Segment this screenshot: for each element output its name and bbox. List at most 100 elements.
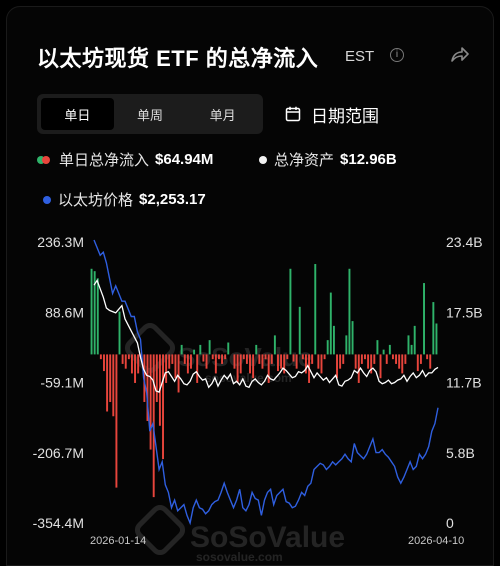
date-range-button[interactable]: 日期范围 [285, 100, 379, 128]
tab-weekly[interactable]: 单周 [114, 98, 187, 130]
inflow-bar[interactable] [407, 335, 410, 355]
tab-daily[interactable]: 单日 [41, 98, 114, 130]
outflow-bar[interactable] [190, 354, 192, 369]
inflow-bar[interactable] [423, 283, 425, 355]
outflow-bar[interactable] [280, 354, 283, 369]
legend-total-net-assets[interactable]: 总净资产 $12.96B [259, 149, 397, 170]
etf-flow-chart[interactable]: SoSoValue sosovalue.com SoSoValue sosova… [0, 220, 500, 561]
inflow-bar[interactable] [382, 349, 385, 355]
outflow-bar[interactable] [162, 354, 164, 460]
outflow-bar[interactable] [267, 354, 270, 383]
outflow-bar[interactable] [124, 354, 127, 369]
inflow-bar[interactable] [298, 306, 301, 355]
outflow-bar[interactable] [183, 354, 186, 364]
inflow-bar[interactable] [413, 325, 416, 355]
outflow-bar[interactable] [311, 354, 314, 364]
tab-monthly[interactable]: 单月 [186, 98, 259, 130]
outflow-bar[interactable] [205, 354, 208, 369]
outflow-bar[interactable] [217, 354, 220, 360]
inflow-bar[interactable] [348, 268, 351, 355]
share-icon[interactable] [449, 45, 469, 65]
outflow-bar[interactable] [109, 354, 112, 402]
outflow-bar[interactable] [165, 354, 168, 383]
inflow-bar[interactable] [96, 278, 99, 355]
inflow-bar[interactable] [345, 335, 348, 355]
inflow-bar[interactable] [255, 344, 258, 355]
outflow-bar[interactable] [112, 354, 115, 417]
outflow-bar[interactable] [416, 354, 419, 372]
outflow-bar[interactable] [317, 354, 320, 369]
outflow-bar[interactable] [252, 354, 255, 379]
inflow-bar[interactable] [180, 344, 183, 355]
outflow-bar[interactable] [106, 354, 109, 412]
timezone-label[interactable]: EST [345, 48, 374, 65]
inflow-bar[interactable] [351, 321, 354, 355]
outflow-bar[interactable] [249, 354, 251, 374]
outflow-bar[interactable] [186, 354, 189, 374]
outflow-bar[interactable] [236, 354, 239, 383]
outflow-bar[interactable] [196, 354, 199, 383]
inflow-bar[interactable] [90, 268, 93, 355]
outflow-bar[interactable] [245, 354, 248, 364]
outflow-bar[interactable] [258, 354, 261, 364]
outflow-bar[interactable] [221, 354, 224, 364]
outflow-bar[interactable] [385, 354, 388, 364]
inflow-bar[interactable] [118, 311, 121, 355]
outflow-bar[interactable] [171, 354, 174, 364]
outflow-bar[interactable] [295, 354, 298, 369]
outflow-bar[interactable] [233, 354, 236, 369]
inflow-bar[interactable] [289, 268, 292, 355]
outflow-bar[interactable] [301, 354, 304, 360]
outflow-bar[interactable] [264, 354, 267, 360]
outflow-bar[interactable] [242, 354, 245, 360]
outflow-bar[interactable] [149, 354, 152, 450]
outflow-bar[interactable] [419, 354, 422, 364]
inflow-bar[interactable] [432, 302, 435, 355]
inflow-bar[interactable] [193, 349, 196, 355]
outflow-bar[interactable] [398, 354, 401, 369]
outflow-bar[interactable] [342, 354, 345, 364]
outflow-bar[interactable] [134, 354, 137, 383]
outflow-bar[interactable] [339, 354, 342, 369]
inflow-bar[interactable] [376, 340, 379, 355]
outflow-bar[interactable] [429, 354, 432, 369]
legend-daily-net-inflow[interactable]: 单日总净流入 $64.94M [37, 149, 213, 170]
info-icon[interactable]: i [390, 48, 404, 62]
outflow-bar[interactable] [367, 354, 370, 369]
outflow-bar[interactable] [426, 354, 429, 360]
inflow-bar[interactable] [329, 292, 332, 355]
outflow-bar[interactable] [99, 354, 102, 360]
outflow-bar[interactable] [395, 354, 398, 364]
outflow-bar[interactable] [364, 354, 366, 360]
outflow-bar[interactable] [373, 354, 376, 364]
inflow-bar[interactable] [314, 264, 317, 355]
inflow-bar[interactable] [326, 340, 329, 355]
outflow-bar[interactable] [127, 354, 130, 360]
legend-eth-price[interactable]: 以太坊价格 $2,253.17 [43, 189, 206, 210]
outflow-bar[interactable] [214, 354, 217, 374]
outflow-bar[interactable] [103, 354, 105, 372]
inflow-bar[interactable] [410, 344, 413, 355]
outflow-bar[interactable] [177, 354, 180, 393]
outflow-bar[interactable] [401, 354, 404, 374]
inflow-bar[interactable] [208, 340, 211, 355]
outflow-bar[interactable] [277, 354, 279, 372]
outflow-bar[interactable] [286, 354, 289, 360]
outflow-bar[interactable] [239, 354, 242, 374]
outflow-bar[interactable] [137, 354, 140, 374]
outflow-bar[interactable] [211, 354, 214, 360]
outflow-bar[interactable] [320, 354, 323, 374]
outflow-bar[interactable] [360, 354, 363, 364]
outflow-bar[interactable] [283, 354, 286, 374]
inflow-bar[interactable] [273, 335, 276, 355]
outflow-bar[interactable] [404, 354, 407, 364]
outflow-bar[interactable] [336, 354, 338, 379]
outflow-bar[interactable] [115, 354, 118, 488]
outflow-bar[interactable] [168, 354, 171, 369]
outflow-bar[interactable] [130, 354, 133, 374]
inflow-bar[interactable] [199, 344, 202, 355]
outflow-bar[interactable] [292, 354, 295, 362]
outflow-bar[interactable] [155, 354, 158, 402]
inflow-bar[interactable] [227, 342, 230, 355]
outflow-bar[interactable] [202, 354, 205, 362]
